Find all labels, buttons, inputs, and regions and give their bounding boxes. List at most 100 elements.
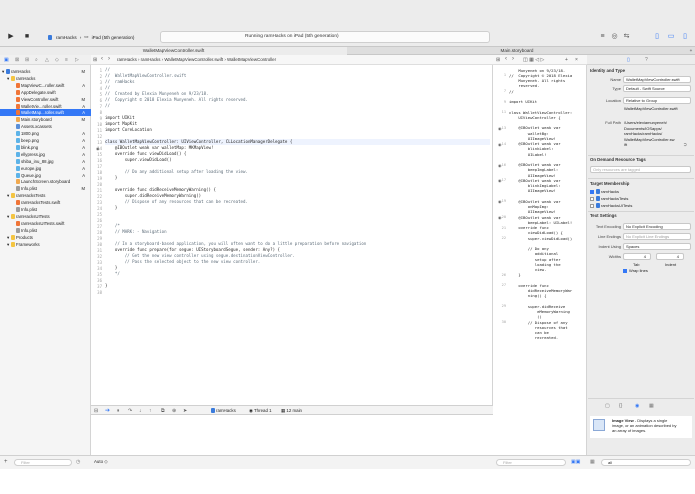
source-control-icon[interactable]: ⊠ — [15, 57, 19, 63]
code-line: */ — [105, 271, 120, 276]
back-icon[interactable]: ‹ — [505, 56, 507, 62]
reveal-in-finder-icon[interactable]: ➲ — [683, 142, 687, 148]
target-checkbox[interactable]: ramHacks — [590, 189, 619, 194]
outlet-connection-icon[interactable]: ◉ — [498, 126, 502, 131]
wrap-lines-checkbox[interactable]: Wrap lines — [623, 268, 648, 273]
scheme-selector[interactable]: ramHacks › ▭ iPad (5th generation) — [48, 32, 134, 42]
close-assistant-icon[interactable]: × — [575, 57, 578, 63]
png-file-icon — [16, 158, 20, 164]
tree-item[interactable]: ▾ Frameworks — [0, 241, 91, 248]
assistant-mode-icon[interactable]: ◫ ▦ ◁ ▷ — [523, 57, 544, 63]
location-select[interactable]: Relative to Group — [623, 97, 691, 104]
debug-queue[interactable]: ▦ 12 main — [281, 408, 302, 414]
forward-icon[interactable]: › — [512, 56, 514, 62]
divider — [588, 155, 694, 156]
line-number: 11 — [501, 110, 506, 114]
quick-help-icon[interactable]: ? — [645, 57, 648, 63]
name-field[interactable]: WalletMapViewController.swift — [623, 76, 691, 83]
tab-walletmap[interactable]: WalletMapViewController.swift — [0, 47, 347, 55]
line-number: 30 — [97, 242, 102, 247]
debug-console[interactable] — [91, 415, 493, 455]
odr-tags-field[interactable]: Only resources are tagged — [590, 166, 691, 173]
output-selector[interactable]: Auto ◇ — [94, 459, 108, 465]
png-file-icon — [16, 151, 20, 157]
outlet-connection-icon[interactable]: ◉ — [498, 142, 502, 147]
run-button[interactable]: ▶ — [6, 32, 16, 42]
code-snippet-icon[interactable]: {} — [619, 403, 622, 409]
add-icon[interactable]: + — [4, 459, 8, 465]
standard-editor-icon[interactable]: ≡ — [598, 32, 607, 42]
status-text: Running ramHacks on iPad (5th generation… — [245, 34, 339, 39]
indent-width-field[interactable]: 4 — [656, 253, 684, 260]
view-hierarchy-icon[interactable]: ⧉ — [161, 408, 165, 414]
file-template-icon[interactable]: ▢ — [605, 403, 610, 409]
pause-icon[interactable]: ⏸ — [117, 408, 120, 414]
navigator-toggle-icon[interactable]: ▯ — [652, 32, 662, 42]
debug-scheme[interactable]: ramHacks — [211, 408, 236, 413]
grid-view-icon[interactable]: ▦ — [590, 459, 595, 465]
assistant-filter[interactable]: Filter — [496, 459, 566, 466]
step-over-icon[interactable]: ↷ — [128, 408, 132, 414]
outlet-connection-icon[interactable]: ◉ — [498, 215, 502, 220]
object-library-icon[interactable]: ◉ — [635, 403, 639, 409]
app-icon — [211, 408, 215, 413]
debug-icon[interactable]: ≡ — [65, 57, 68, 63]
type-select[interactable]: Default - Swift Source — [623, 85, 691, 92]
memory-graph-icon[interactable]: ⊕ — [172, 408, 176, 414]
step-out-icon[interactable]: ↑ — [149, 408, 152, 414]
panel-toggle-icon[interactable]: ▣▣ — [571, 459, 580, 465]
recent-files-icon[interactable]: ◷ — [76, 459, 80, 465]
outlet-connection-icon[interactable]: ◉ — [96, 146, 100, 151]
step-in-icon[interactable]: ↓ — [139, 408, 142, 414]
issue-icon[interactable]: △ — [45, 57, 49, 63]
target-checkbox[interactable]: ramHacksUITests — [590, 203, 632, 208]
tree-item-label: Assets.xcassets — [21, 124, 52, 130]
queue-label: 12 main — [286, 408, 302, 413]
tab-main-storyboard[interactable]: Main.storyboard — [347, 47, 687, 55]
code-line: UIViewController { — [509, 114, 561, 120]
line-endings-select[interactable]: No Explicit Line Endings — [623, 233, 691, 240]
assistant-editor-icon[interactable]: ◎ — [610, 32, 619, 42]
breakpoints-toggle-icon[interactable]: ➔ — [105, 407, 110, 414]
version-editor-icon[interactable]: ⇆ — [622, 32, 631, 42]
stop-button[interactable]: ■ — [22, 32, 32, 42]
line-number: 12 — [97, 134, 102, 139]
library-search[interactable]: all — [601, 459, 691, 466]
library-item[interactable]: Image View - Displays a single image, or… — [590, 416, 692, 438]
navigator-filter[interactable]: Filter — [14, 459, 72, 466]
line-number: 16 — [97, 158, 102, 163]
text-encoding-select[interactable]: No Explicit Encoding — [623, 223, 691, 230]
code-line: // Copyright © 2018 Elexia Munyeneh. All… — [105, 97, 248, 102]
line-number: 22 — [501, 236, 506, 240]
target-checkbox[interactable]: ramHacksTests — [590, 196, 628, 201]
back-icon[interactable]: ‹ — [101, 56, 103, 62]
outlet-connection-icon[interactable]: ◉ — [498, 178, 502, 183]
hide-debug-icon[interactable]: ⊟ — [94, 408, 98, 414]
debug-thread[interactable]: ◉ Thread 1 — [249, 408, 272, 414]
test-icon[interactable]: ◇ — [55, 57, 59, 63]
symbol-icon[interactable]: ⊞ — [25, 57, 29, 63]
media-library-icon[interactable]: ▦ — [649, 403, 654, 409]
related-items-icon[interactable]: ⊞ — [93, 57, 97, 63]
add-assistant-icon[interactable]: + — [565, 57, 568, 63]
tab-width-field[interactable]: 4 — [623, 253, 651, 260]
line-number: 35 — [97, 272, 102, 277]
inspector-toggle-icon[interactable]: ▯ — [680, 32, 690, 42]
indent-using-select[interactable]: Spaces — [623, 243, 691, 250]
line-number: 29 — [97, 236, 102, 241]
add-tab-icon[interactable]: + — [687, 47, 695, 55]
related-items-icon[interactable]: ⊞ — [496, 57, 500, 63]
breadcrumb[interactable]: ramHacks › ramHacks › WalletMapViewContr… — [117, 57, 276, 62]
line-number: 37 — [97, 284, 102, 289]
forward-icon[interactable]: › — [108, 56, 110, 62]
tree-item-label: ellypress.jpg — [21, 151, 45, 157]
folder-icon[interactable]: ▣ — [4, 57, 9, 63]
file-inspector-icon[interactable]: ▯ — [627, 57, 630, 63]
outlet-connection-icon[interactable]: ◉ — [498, 163, 502, 168]
swift-file-icon — [16, 110, 20, 116]
location-icon[interactable]: ➤ — [183, 408, 187, 414]
search-icon[interactable]: ⌕ — [35, 57, 38, 63]
breakpoint-icon[interactable]: ▷ — [75, 57, 79, 63]
debug-toggle-icon[interactable]: ▭ — [666, 32, 676, 42]
outlet-connection-icon[interactable]: ◉ — [498, 199, 502, 204]
